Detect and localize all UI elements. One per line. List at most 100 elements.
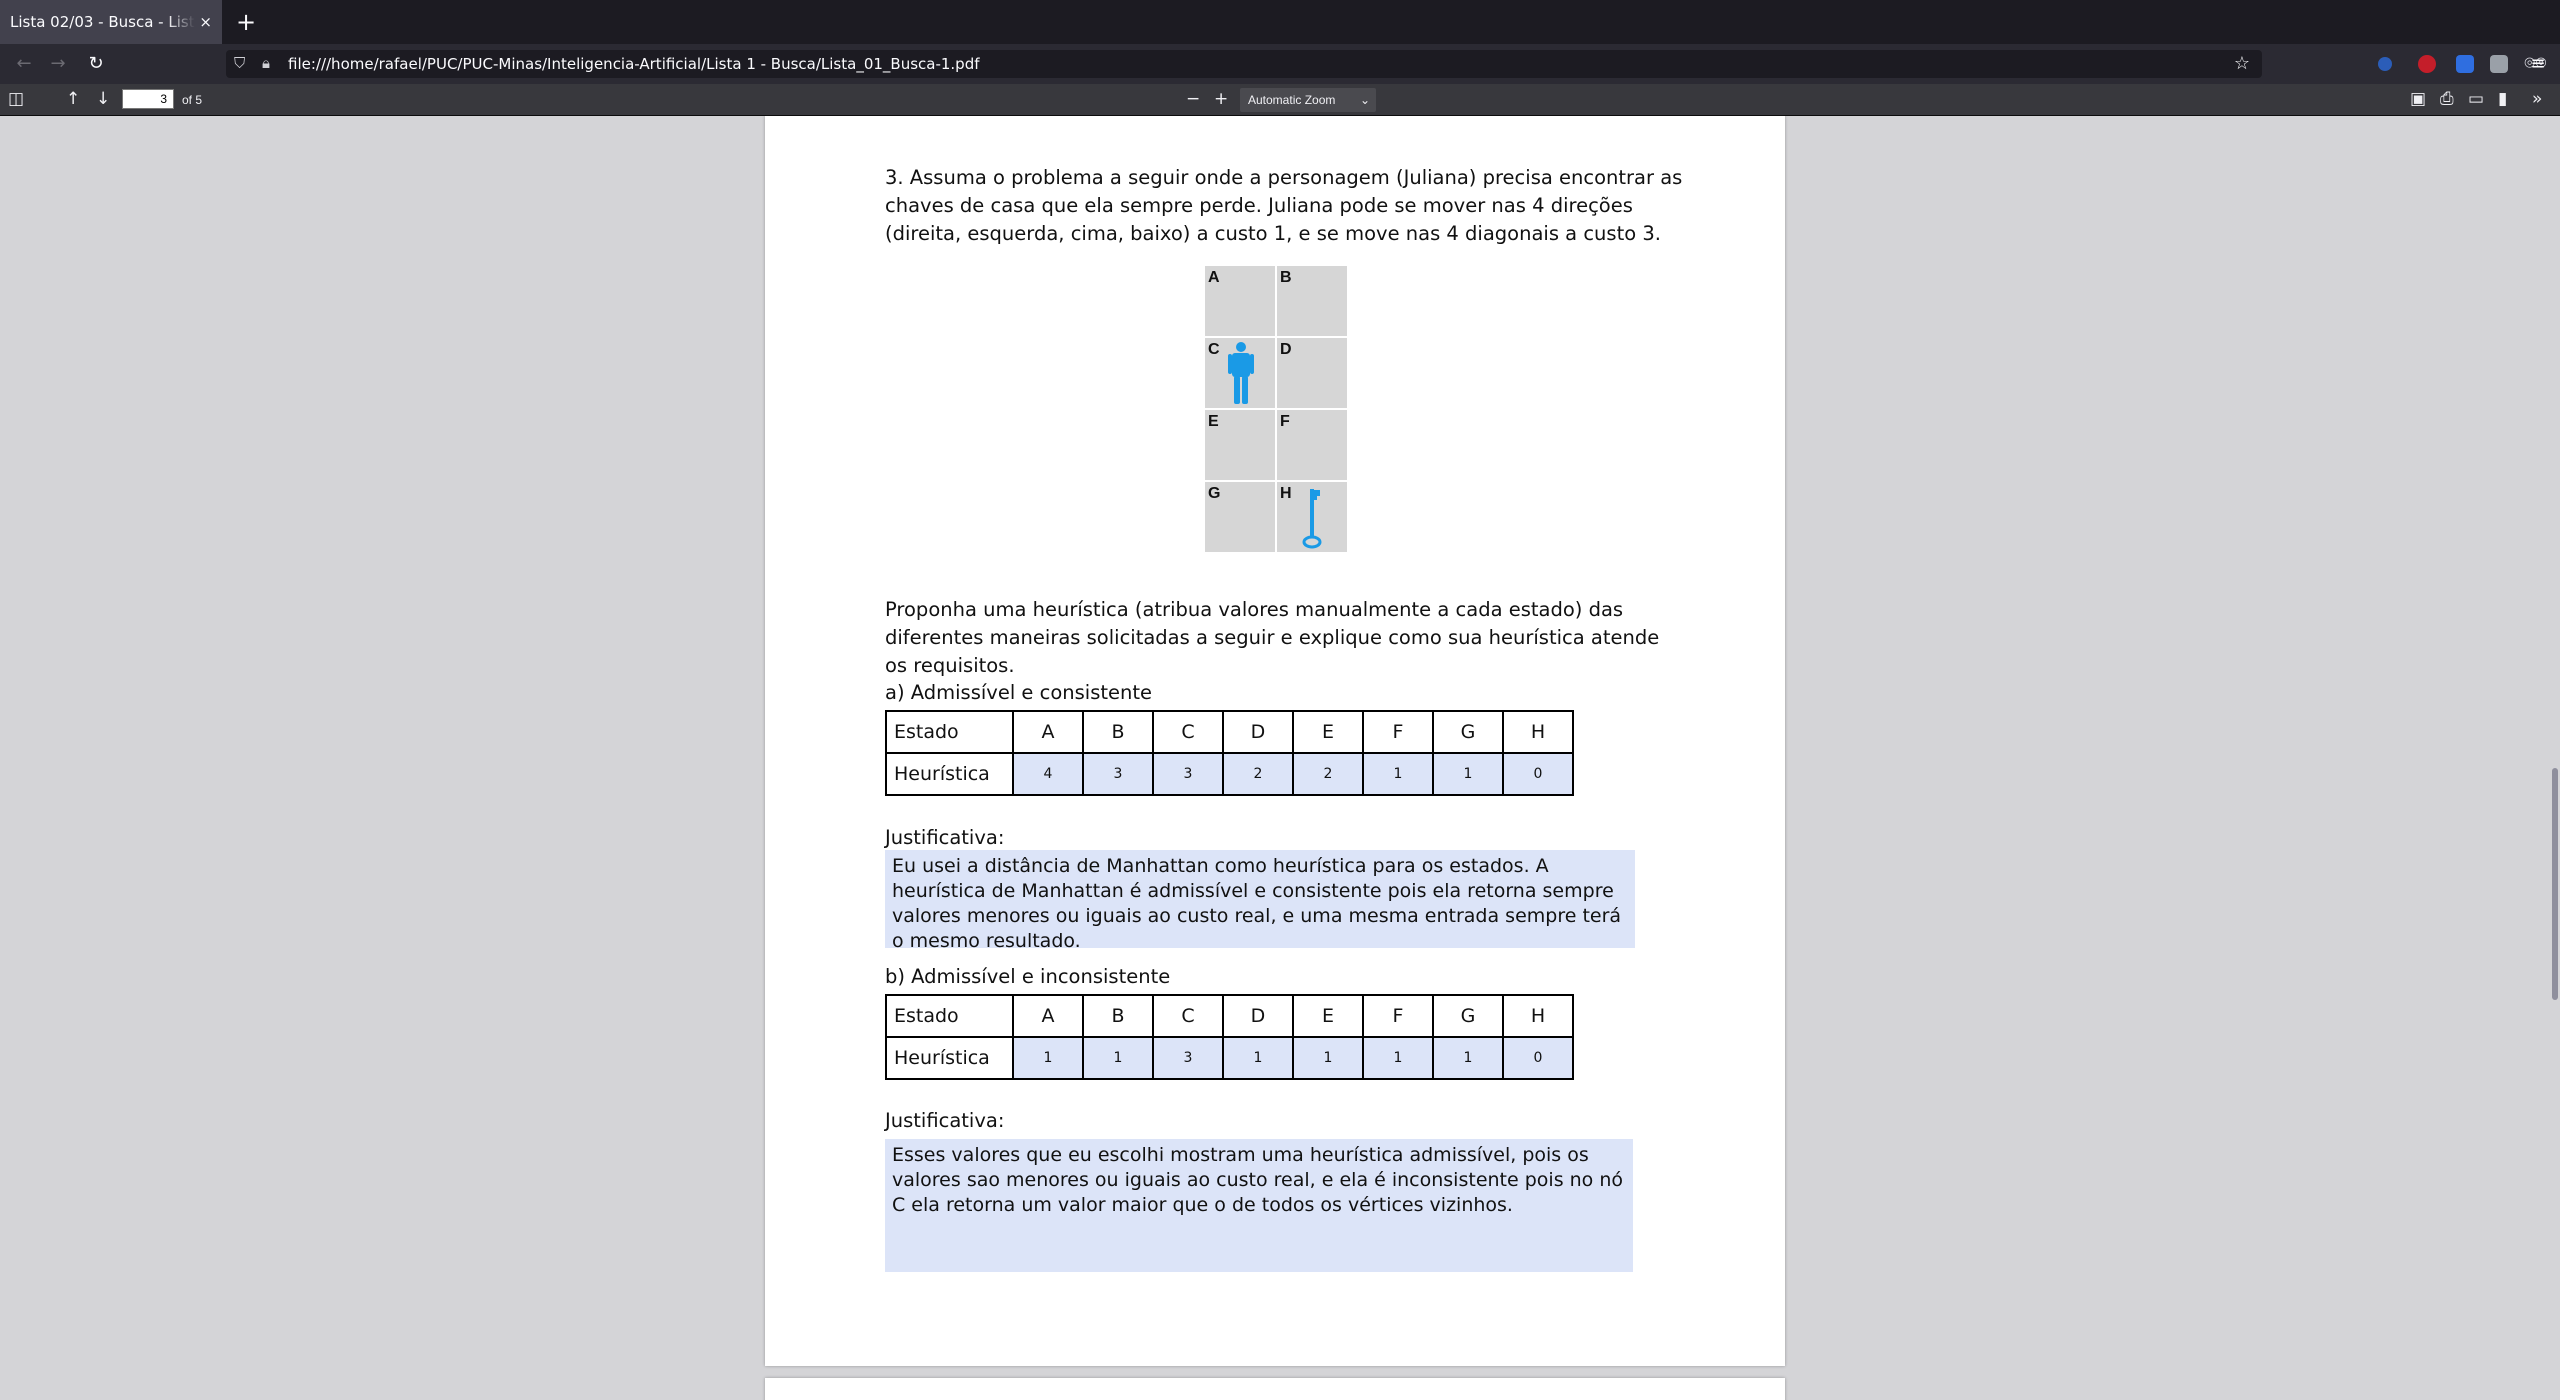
state-cell: G: [1432, 710, 1504, 754]
shield-icon[interactable]: ⛉: [234, 54, 245, 72]
grid-cell-g: G: [1205, 482, 1275, 552]
navigation-bar: ← → ↻ ⛉ 🔒︎ file:///home/rafael/PUC/PUC-M…: [0, 44, 2560, 84]
presentation-mode-icon[interactable]: ▣: [2410, 89, 2426, 109]
heuristic-table-b: Estado A B C D E F G H Heurística 1 1 3 …: [885, 994, 1574, 1080]
state-cell: F: [1362, 994, 1434, 1038]
grid-cell-d: D: [1277, 338, 1347, 408]
heuristic-value-field[interactable]: 1: [1222, 1036, 1294, 1080]
state-cell: E: [1292, 710, 1364, 754]
cell-letter: B: [1280, 269, 1292, 286]
heuristic-value-field[interactable]: 1: [1082, 1036, 1154, 1080]
heuristic-value-field[interactable]: 1: [1362, 1036, 1434, 1080]
state-cell: F: [1362, 710, 1434, 754]
table-row: Estado A B C D E F G H: [885, 994, 1574, 1038]
table-row: Heurística 1 1 3 1 1 1 1 0: [885, 1036, 1574, 1080]
url-text[interactable]: file:///home/rafael/PUC/PUC-Minas/Inteli…: [288, 55, 980, 73]
grid-cell-e: E: [1205, 410, 1275, 480]
state-cell: B: [1082, 710, 1154, 754]
state-cell: H: [1502, 994, 1574, 1038]
state-cell: D: [1222, 994, 1294, 1038]
page-info-icon[interactable]: 🔒︎: [262, 54, 270, 72]
address-bar[interactable]: ⛉ 🔒︎ file:///home/rafael/PUC/PUC-Minas/I…: [226, 50, 2262, 78]
tab-title: Lista 02/03 - Busca - Lista_01_Busca-1.p…: [10, 13, 195, 31]
pdf-page: 3. Assuma o problema a seguir onde a per…: [765, 116, 1785, 1366]
grid-cell-c: C: [1205, 338, 1275, 408]
grid-figure: A B C D E F G H: [1204, 265, 1348, 555]
heuristic-value-field[interactable]: 1: [1012, 1036, 1084, 1080]
viewer-scrollbar[interactable]: [2548, 116, 2560, 1400]
extension-badge-icon[interactable]: [2490, 55, 2508, 73]
state-cell: E: [1292, 994, 1364, 1038]
heuristic-value-field[interactable]: 4: [1012, 752, 1084, 796]
menu-icon[interactable]: ≡: [2526, 52, 2550, 76]
page-count: of 5: [182, 93, 203, 107]
grid-cell-b: B: [1277, 266, 1347, 336]
heuristic-value-field[interactable]: 2: [1222, 752, 1294, 796]
state-cell: H: [1502, 710, 1574, 754]
reload-icon[interactable]: ↻: [84, 52, 108, 76]
extension-shield-icon[interactable]: [2456, 55, 2474, 73]
justification-b-label: Justificativa:: [885, 1109, 1005, 1132]
pdf-toolbar: ◫ ↑ ↓ 3 of 5 − + Automatic Zoom ⌄ ▣ ⎙ ▭ …: [0, 84, 2560, 116]
heuristic-value-field[interactable]: 3: [1152, 1036, 1224, 1080]
cell-letter: F: [1280, 413, 1290, 430]
zoom-select[interactable]: Automatic Zoom ⌄: [1240, 88, 1376, 112]
heuristic-value-field[interactable]: 1: [1432, 752, 1504, 796]
row-label: Estado: [885, 710, 1014, 754]
next-page-icon[interactable]: ↓: [96, 89, 110, 109]
state-cell: A: [1012, 710, 1084, 754]
grid-cell-f: F: [1277, 410, 1347, 480]
row-label: Heurística: [885, 1036, 1014, 1080]
chevron-down-icon: ⌄: [1359, 93, 1370, 107]
grid-cell-h: H: [1277, 482, 1347, 552]
scrollbar-thumb[interactable]: [2552, 768, 2558, 1000]
tab-close-icon[interactable]: ×: [199, 13, 212, 31]
state-cell: A: [1012, 994, 1084, 1038]
heuristic-value-field[interactable]: 3: [1082, 752, 1154, 796]
next-pdf-page: [765, 1378, 1785, 1400]
cell-letter: A: [1208, 269, 1220, 286]
zoom-out-button[interactable]: −: [1186, 89, 1200, 109]
heuristic-value-field[interactable]: 1: [1432, 1036, 1504, 1080]
forward-arrow-icon[interactable]: →: [46, 52, 70, 76]
zoom-select-label: Automatic Zoom: [1248, 93, 1336, 107]
state-cell: D: [1222, 710, 1294, 754]
state-cell: G: [1432, 994, 1504, 1038]
heuristic-value-field[interactable]: 1: [1362, 752, 1434, 796]
tools-icon[interactable]: »: [2532, 89, 2542, 109]
sidebar-toggle-icon[interactable]: ◫: [8, 89, 24, 109]
new-tab-button[interactable]: +: [236, 8, 256, 36]
question-text: 3. Assuma o problema a seguir onde a per…: [885, 166, 1683, 245]
heuristic-value-field[interactable]: 0: [1502, 1036, 1574, 1080]
cell-letter: G: [1208, 485, 1221, 502]
previous-page-icon[interactable]: ↑: [66, 89, 80, 109]
cell-letter: D: [1280, 341, 1292, 358]
heuristic-value-field[interactable]: 0: [1502, 752, 1574, 796]
row-label: Estado: [885, 994, 1014, 1038]
table-row: Estado A B C D E F G H: [885, 710, 1574, 754]
row-label: Heurística: [885, 752, 1014, 796]
page-number-input[interactable]: 3: [122, 89, 174, 109]
state-cell: C: [1152, 994, 1224, 1038]
heuristic-value-field[interactable]: 2: [1292, 752, 1364, 796]
zoom-in-button[interactable]: +: [1214, 89, 1228, 109]
extension-red-icon[interactable]: [2418, 55, 2436, 73]
bookmark-icon[interactable]: ▮: [2498, 89, 2507, 109]
table-row: Heurística 4 3 3 2 2 1 1 0: [885, 752, 1574, 796]
print-icon[interactable]: ⎙: [2440, 89, 2454, 109]
bookmark-star-icon[interactable]: ☆: [2234, 53, 2250, 74]
extension-blue-icon[interactable]: [2378, 57, 2392, 71]
heuristic-value-field[interactable]: 3: [1152, 752, 1224, 796]
browser-tab[interactable]: Lista 02/03 - Busca - Lista_01_Busca-1.p…: [0, 0, 222, 44]
state-cell: B: [1082, 994, 1154, 1038]
state-cell: C: [1152, 710, 1224, 754]
back-arrow-icon[interactable]: ←: [12, 52, 36, 76]
justification-a-field[interactable]: Eu usei a distância de Manhattan como he…: [885, 850, 1635, 952]
part-a-title: a) Admissível e consistente: [885, 681, 1153, 704]
grid-cell-a: A: [1205, 266, 1275, 336]
heuristic-value-field[interactable]: 1: [1292, 1036, 1364, 1080]
justification-b-field[interactable]: Esses valores que eu escolhi mostram uma…: [885, 1139, 1633, 1272]
save-icon[interactable]: ▭: [2468, 89, 2484, 109]
pdf-viewer[interactable]: 3. Assuma o problema a seguir onde a per…: [0, 116, 2560, 1400]
heuristic-table-a: Estado A B C D E F G H Heurística 4 3 3 …: [885, 710, 1574, 796]
